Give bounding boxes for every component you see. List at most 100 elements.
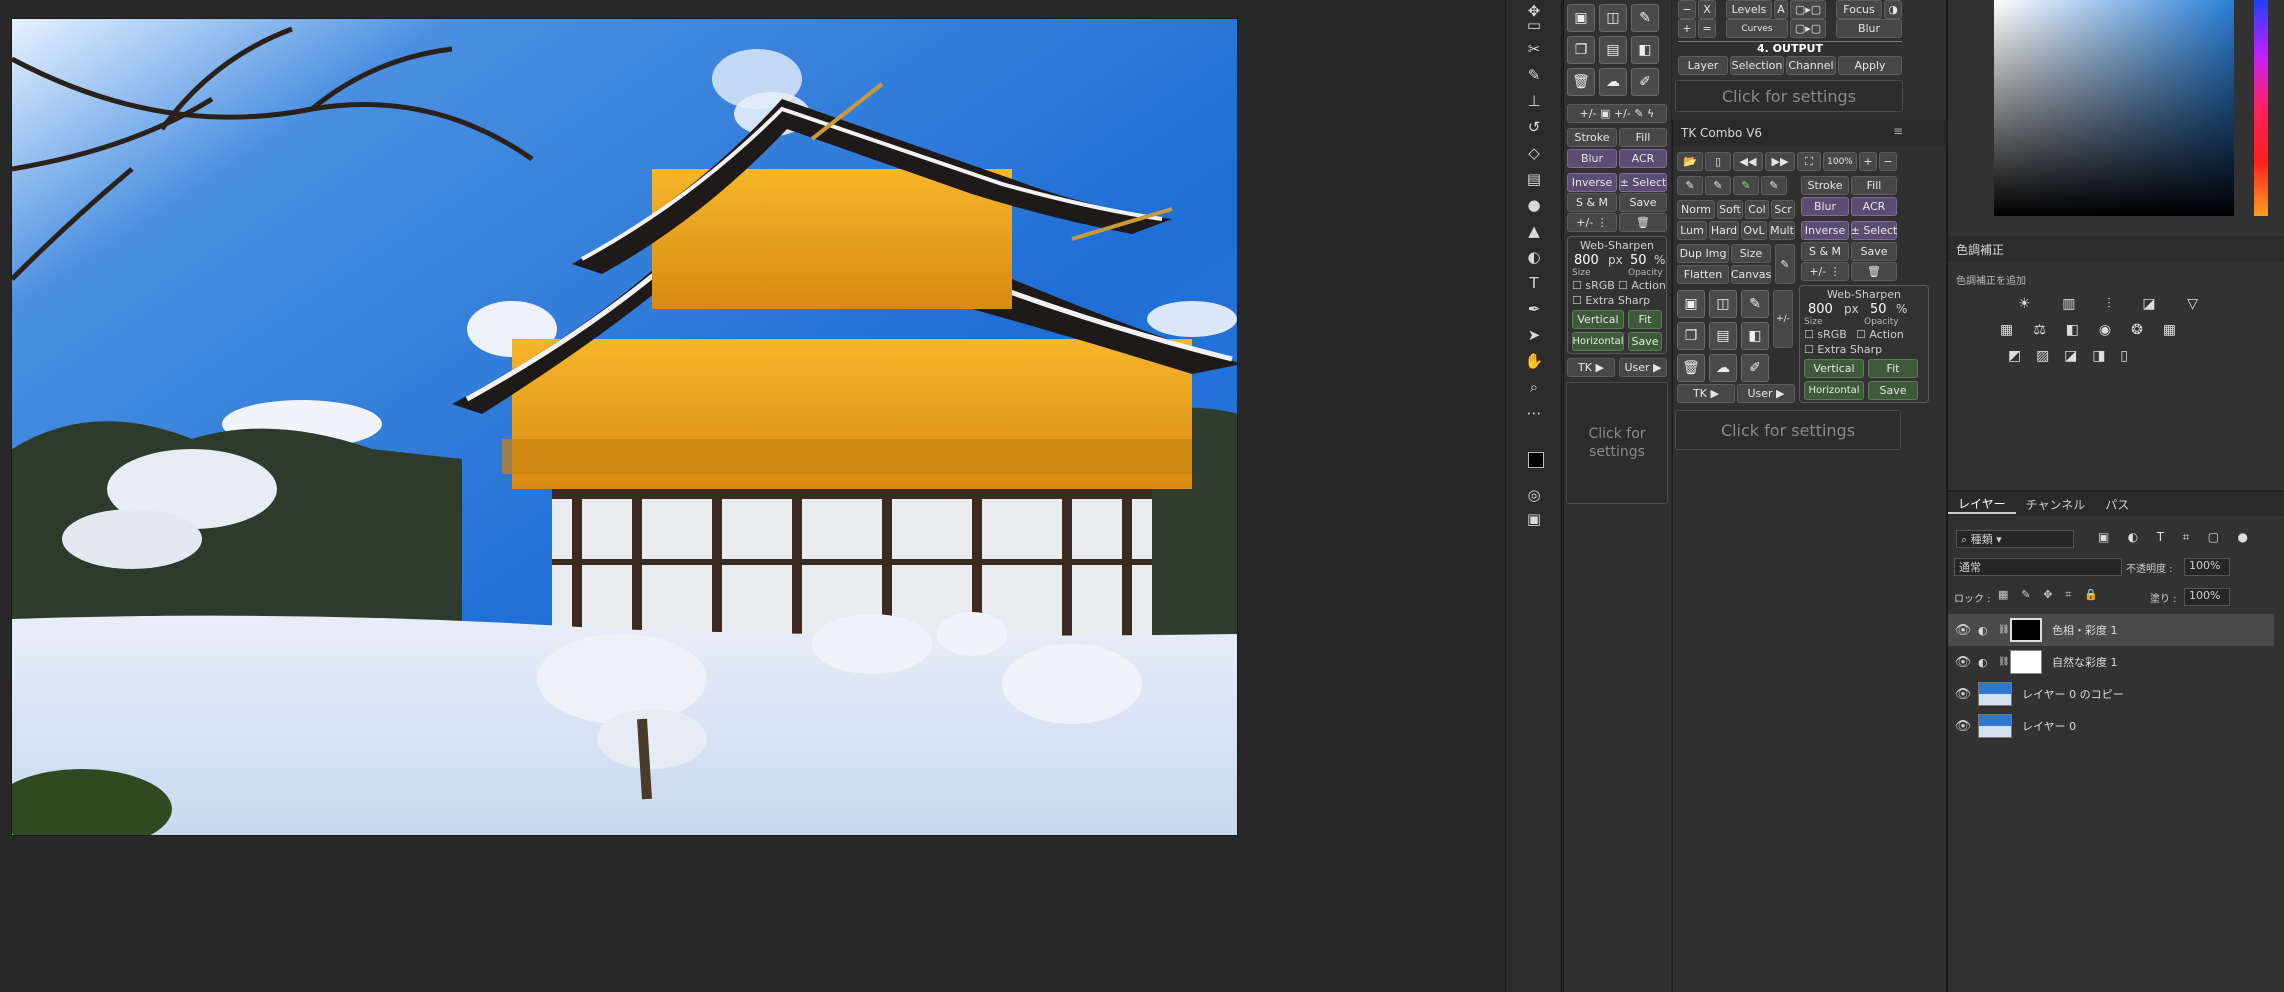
paste-icon[interactable]: ▤ — [1599, 36, 1627, 64]
combo-srgb-checkbox[interactable]: ☐ sRGB — [1804, 328, 1847, 341]
text-icon[interactable]: T — [1520, 272, 1548, 294]
fit-button[interactable]: Fit — [1628, 310, 1662, 329]
combo-tk-button[interactable]: TK ▶ — [1677, 384, 1735, 403]
combo-action-checkbox[interactable]: ☐ Action — [1856, 328, 1904, 341]
adjust-row[interactable]: +/- ▣ +/- ✎ ϟ — [1567, 104, 1667, 123]
ws-save-button[interactable]: Save — [1628, 332, 1662, 351]
mode-lum-button[interactable]: Lum — [1677, 221, 1707, 240]
layer-filter-select[interactable]: ⌕ 種類 ▾ — [1956, 530, 2074, 548]
combo-pen-icon[interactable]: ✎ — [1741, 290, 1769, 318]
pen-side-icon[interactable]: ✎ — [1775, 244, 1795, 284]
combo-click-for-settings[interactable]: Click for settings — [1675, 410, 1901, 450]
invert-icon[interactable]: ◩ — [2008, 348, 2021, 364]
combo-save-button[interactable]: Save — [1851, 242, 1897, 261]
combo-acr-button[interactable]: ACR — [1851, 197, 1897, 216]
selective-color-icon[interactable]: ◨ — [2092, 348, 2105, 364]
canvas-button[interactable]: Canvas — [1731, 265, 1771, 284]
tab-channels[interactable]: チャンネル — [2016, 496, 2096, 513]
pen-tool-icon[interactable]: ✎ — [1631, 4, 1659, 32]
layer-thumb[interactable] — [1978, 714, 2012, 738]
combo-opacity-value[interactable]: 50 — [1870, 302, 1887, 317]
zoom-out-button[interactable]: − — [1879, 152, 1897, 171]
plus-button[interactable]: + — [1678, 19, 1696, 38]
combo-sm-button[interactable]: S & M — [1801, 242, 1849, 261]
lock-all-icon[interactable]: 🔒 — [2084, 588, 2098, 602]
photo-filter-icon[interactable]: ◉ — [2099, 322, 2111, 338]
combo-select-button[interactable]: ± Select — [1851, 221, 1897, 240]
document-image[interactable] — [11, 18, 1238, 836]
combo-fit-button[interactable]: Fit — [1868, 359, 1918, 378]
opacity-value[interactable]: 50 — [1630, 253, 1647, 268]
layer-name[interactable]: レイヤー 0 のコピー — [2022, 686, 2124, 702]
threshold-icon[interactable]: ◪ — [2064, 348, 2077, 364]
output-layer-button[interactable]: Layer — [1678, 56, 1728, 75]
mode-mult-button[interactable]: Mult — [1769, 221, 1795, 240]
color-picker-field[interactable] — [1994, 0, 2234, 216]
srgb-checkbox[interactable]: ☐ sRGB — [1572, 279, 1615, 292]
fill-input[interactable]: 100% — [2184, 588, 2230, 606]
click-for-settings-top[interactable]: Click for settings — [1675, 80, 1903, 112]
combo-ws-save-button[interactable]: Save — [1868, 381, 1918, 400]
brush-black-icon[interactable]: ✎ — [1677, 176, 1703, 195]
visibility-eye-icon[interactable]: 👁 — [1948, 719, 1978, 734]
horizontal-button[interactable]: Horizontal — [1572, 332, 1624, 351]
mask-icon[interactable]: ◫ — [1599, 4, 1627, 32]
layer-thumb[interactable] — [1978, 682, 2012, 706]
zoom-in-button[interactable]: + — [1859, 152, 1877, 171]
delete-button[interactable]: 🗑 — [1619, 213, 1667, 232]
layer-name[interactable]: 自然な彩度 1 — [2052, 654, 2118, 670]
more-icon[interactable]: ⋯ — [1520, 402, 1548, 424]
eyedropper-icon[interactable]: ✐ — [1631, 68, 1659, 96]
visibility-eye-icon[interactable]: 👁 — [1948, 655, 1978, 670]
blur-button[interactable]: Blur — [1567, 149, 1617, 168]
foreground-color-swatch[interactable] — [1528, 452, 1544, 468]
pixel-filter-icon[interactable]: ▣ — [2098, 530, 2109, 545]
hue-slider[interactable] — [2254, 0, 2268, 216]
bw-icon[interactable]: ◧ — [2066, 322, 2079, 338]
gradient-map-icon[interactable]: ▯ — [2120, 348, 2128, 364]
curves-button[interactable]: Curves — [1726, 19, 1788, 38]
combo-plusminus[interactable]: +/- ⋮ — [1801, 262, 1849, 281]
brightness-icon[interactable]: ☀ — [2018, 296, 2031, 312]
combo-size-value[interactable]: 800 — [1808, 302, 1833, 317]
stamp-icon[interactable]: ⊥ — [1520, 90, 1548, 112]
mode-col-button[interactable]: Col — [1745, 200, 1769, 219]
lock-artboard-icon[interactable]: ⌗ — [2065, 588, 2071, 602]
brush-white-icon[interactable]: ✎ — [1705, 176, 1731, 195]
rewind-icon[interactable]: ◀◀ — [1733, 152, 1763, 171]
combo-cloud-icon[interactable]: ☁ — [1709, 354, 1737, 382]
gradient-mask-icon[interactable]: ◧ — [1631, 36, 1659, 64]
tab-paths[interactable]: パス — [2095, 496, 2139, 513]
combo-blur-button[interactable]: Blur — [1801, 197, 1849, 216]
size-value[interactable]: 800 — [1574, 253, 1599, 268]
layer-icon[interactable]: ▣ — [1567, 4, 1595, 32]
stroke-button[interactable]: Stroke — [1567, 128, 1617, 147]
cloud-icon[interactable]: ☁ — [1599, 68, 1627, 96]
smart-filter-icon[interactable]: ▢ — [2208, 530, 2219, 545]
curves-icon[interactable]: ⫶ — [2107, 296, 2111, 312]
mode-ovl-button[interactable]: OvL — [1741, 221, 1767, 240]
forward-icon[interactable]: ▶▶ — [1765, 152, 1795, 171]
layer-mask-thumb[interactable] — [2010, 650, 2042, 674]
copy-layer-icon[interactable]: ❐ — [1567, 36, 1595, 64]
minus-button[interactable]: − — [1678, 0, 1696, 19]
focus-button[interactable]: Focus — [1836, 0, 1882, 19]
mode-norm-button[interactable]: Norm — [1677, 200, 1715, 219]
eraser-icon[interactable]: ◇ — [1520, 142, 1548, 164]
zoom-icon[interactable]: ⌕ — [1520, 376, 1548, 398]
layer-name[interactable]: レイヤー 0 — [2022, 718, 2076, 734]
select-button[interactable]: ± Select — [1619, 173, 1667, 192]
output-selection-button[interactable]: Selection — [1730, 56, 1784, 75]
opacity-input[interactable]: 100% — [2184, 558, 2230, 576]
posterize-icon[interactable]: ▨ — [2036, 348, 2049, 364]
lock-position-icon[interactable]: ✥ — [2043, 588, 2052, 602]
sharpen-icon[interactable]: ▲ — [1520, 220, 1548, 242]
save-button[interactable]: Save — [1619, 193, 1667, 212]
layer-mask-thumb[interactable] — [2010, 618, 2042, 642]
lock-pixels-icon[interactable]: ✎ — [2021, 588, 2030, 602]
combo-gradient-icon[interactable]: ◧ — [1741, 322, 1769, 350]
combo-vertical-button[interactable]: Vertical — [1804, 359, 1864, 378]
click-for-settings-mid[interactable]: Click for settings — [1566, 382, 1668, 504]
visibility-eye-icon[interactable]: 👁 — [1948, 623, 1978, 638]
open-icon[interactable]: 📂 — [1677, 152, 1703, 171]
